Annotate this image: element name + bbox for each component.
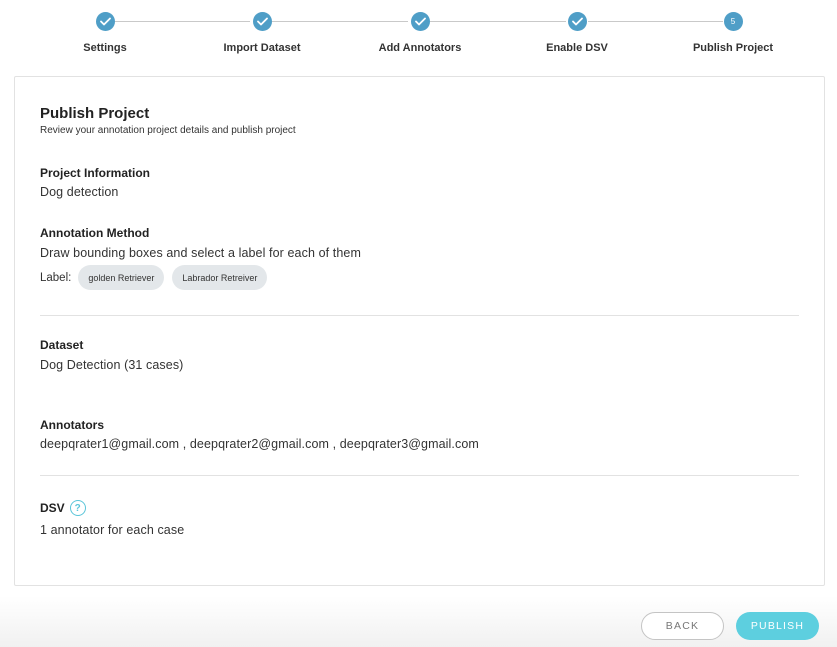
dsv-title-row: DSV? xyxy=(40,500,86,517)
project-summary-card: Publish Project Review your annotation p… xyxy=(14,76,825,586)
label-key: Label: xyxy=(40,271,72,284)
step-number-badge: 5 xyxy=(723,12,743,31)
annotators-title: Annotators xyxy=(40,418,104,432)
label-chip: Labrador Retreiver xyxy=(172,265,268,290)
label-list: Label: golden Retriever Labrador Retreiv… xyxy=(40,265,275,290)
step-import-dataset[interactable]: Import Dataset xyxy=(202,12,322,54)
page-subtitle: Review your annotation project details a… xyxy=(40,125,296,136)
step-add-annotators[interactable]: Add Annotators xyxy=(360,12,480,54)
check-icon xyxy=(95,12,115,31)
section-divider xyxy=(40,315,799,316)
step-label: Add Annotators xyxy=(378,42,462,54)
annotation-method-title: Annotation Method xyxy=(40,226,150,240)
step-label: Settings xyxy=(83,42,127,54)
dsv-title: DSV xyxy=(40,501,65,516)
section-divider xyxy=(40,475,799,476)
step-publish-project[interactable]: 5 Publish Project xyxy=(673,12,793,54)
dsv-value: 1 annotator for each case xyxy=(40,523,185,537)
project-information-title: Project Information xyxy=(40,166,151,180)
back-button[interactable]: BACK xyxy=(641,612,724,640)
progress-stepper: Settings Import Dataset Add Annotators E… xyxy=(0,0,837,70)
page-title: Publish Project xyxy=(40,105,150,122)
check-icon xyxy=(410,12,430,31)
annotation-method-value: Draw bounding boxes and select a label f… xyxy=(40,246,361,260)
label-chip: golden Retriever xyxy=(78,265,165,290)
step-label: Enable DSV xyxy=(546,42,608,54)
annotators-value: deepqrater1@gmail.com , deepqrater2@gmai… xyxy=(40,437,479,451)
dataset-title: Dataset xyxy=(40,338,84,352)
project-information-value: Dog detection xyxy=(40,185,119,199)
step-label: Publish Project xyxy=(692,42,774,54)
step-label: Import Dataset xyxy=(223,42,301,54)
check-icon xyxy=(567,12,587,31)
question-circle-icon[interactable]: ? xyxy=(69,500,86,516)
step-enable-dsv[interactable]: Enable DSV xyxy=(517,12,637,54)
check-icon xyxy=(252,12,272,31)
publish-button[interactable]: PUBLISH xyxy=(736,612,819,640)
step-settings[interactable]: Settings xyxy=(45,12,165,54)
step-number: 5 xyxy=(730,17,736,26)
dataset-value: Dog Detection (31 cases) xyxy=(40,358,184,372)
